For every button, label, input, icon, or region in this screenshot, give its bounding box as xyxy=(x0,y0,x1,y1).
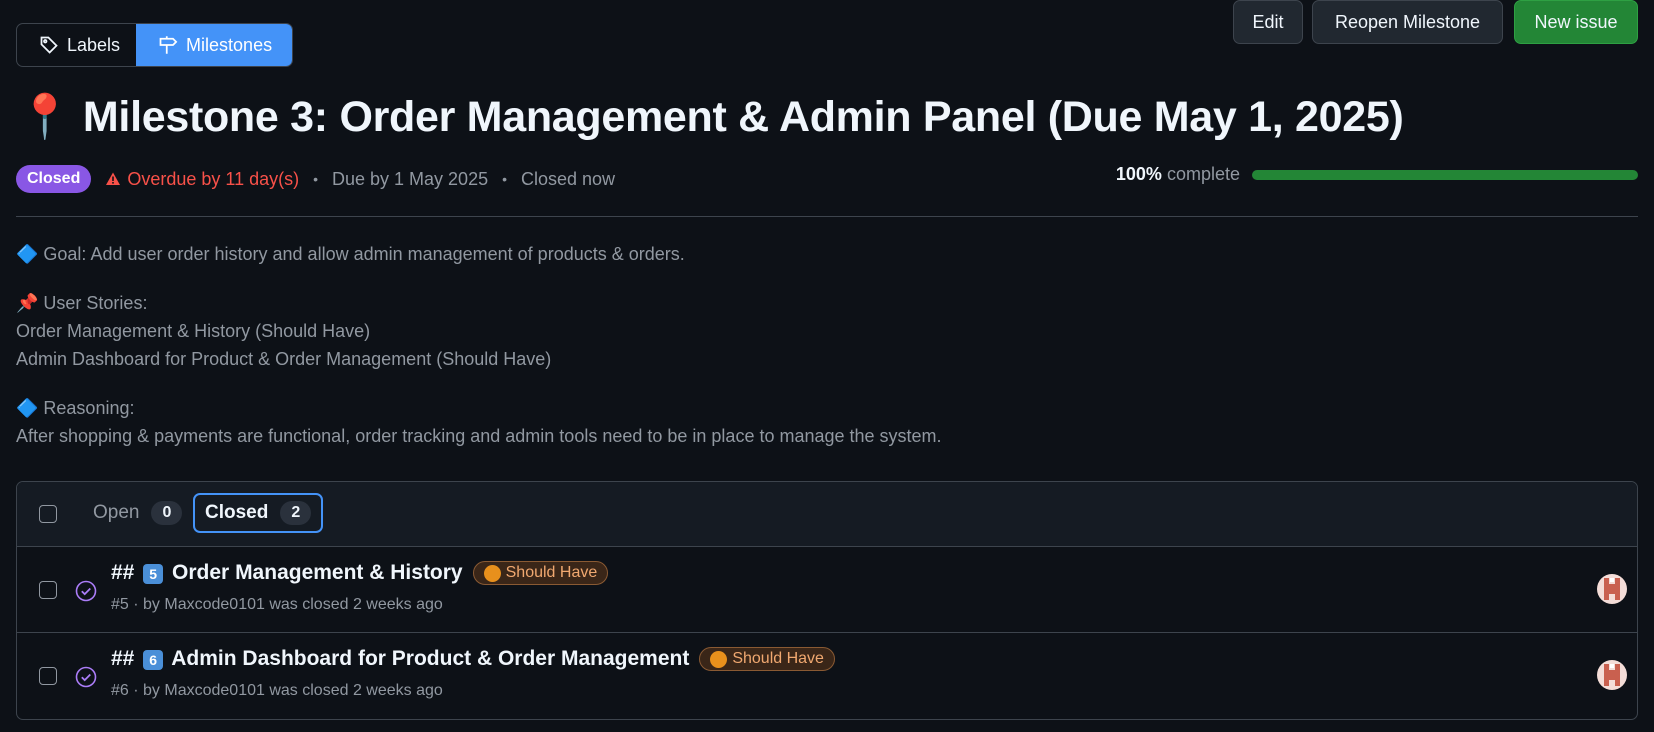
orange-circle-icon xyxy=(483,564,501,582)
issue-checkbox[interactable] xyxy=(39,667,57,685)
page-title: 📍 Milestone 3: Order Management & Admin … xyxy=(18,92,1404,142)
tag-icon xyxy=(40,36,58,54)
issue-title: Admin Dashboard for Product & Order Mana… xyxy=(171,647,690,670)
alert-icon xyxy=(106,172,121,185)
avatar-identicon xyxy=(1604,578,1620,600)
closed-tab[interactable]: Closed 2 xyxy=(193,493,324,533)
closed-issue-icon xyxy=(75,666,97,688)
issue-checkbox[interactable] xyxy=(39,581,57,599)
issue-author-link[interactable]: Maxcode0101 xyxy=(164,596,265,613)
issue-meta: #6 · by Maxcode0101 was closed 2 weeks a… xyxy=(111,682,443,700)
issue-title-link[interactable]: ## 6 Admin Dashboard for Product & Order… xyxy=(111,647,689,671)
keycap-number: 6 xyxy=(143,650,164,670)
issue-author-link[interactable]: Maxcode0101 xyxy=(164,682,265,699)
reopen-milestone-button[interactable]: Reopen Milestone xyxy=(1312,0,1503,44)
list-item: ## 6 Admin Dashboard for Product & Order… xyxy=(17,633,1637,719)
issue-label-text: Should Have xyxy=(732,650,824,667)
issue-meta: #5 · by Maxcode0101 was closed 2 weeks a… xyxy=(111,596,443,614)
open-count: 0 xyxy=(151,501,183,525)
issue-number: #6 xyxy=(111,682,129,699)
open-tab-label: Open xyxy=(93,502,140,523)
overdue-text: Overdue by 11 day(s) xyxy=(127,168,300,189)
avatar-identicon xyxy=(1604,664,1620,686)
issue-label[interactable]: Should Have xyxy=(699,647,835,671)
separator-dot: • xyxy=(502,171,507,187)
milestone-description: 🔷 Goal: Add user order history and allow… xyxy=(16,240,942,471)
goal-text: 🔷 Goal: Add user order history and allow… xyxy=(16,244,685,264)
overdue-notice: Overdue by 11 day(s) xyxy=(105,169,299,190)
milestone-meta: Closed Overdue by 11 day(s) • Due by 1 M… xyxy=(16,163,615,195)
issue-list: Open 0 Closed 2 ## 5 Order Management & … xyxy=(16,481,1638,720)
issue-closed-time: was closed 2 weeks ago xyxy=(269,596,443,613)
keycap-number: 5 xyxy=(143,564,164,584)
open-tab[interactable]: Open 0 xyxy=(83,493,192,533)
milestone-title: Milestone 3: Order Management & Admin Pa… xyxy=(82,93,1404,141)
avatar[interactable] xyxy=(1597,574,1627,604)
closed-count: 2 xyxy=(280,501,312,525)
milestones-tab-label: Milestones xyxy=(186,34,273,55)
issue-label-text: Should Have xyxy=(505,564,598,581)
issue-by: · by xyxy=(133,596,160,613)
issue-label[interactable]: Should Have xyxy=(472,561,609,585)
issue-list-header: Open 0 Closed 2 xyxy=(17,482,1637,547)
progress-bar xyxy=(1252,169,1638,180)
stories-heading: 📌 User Stories: xyxy=(16,293,148,313)
list-item: ## 5 Order Management & History Should H… xyxy=(17,547,1637,633)
issue-title-link[interactable]: ## 5 Order Management & History xyxy=(111,561,463,585)
divider xyxy=(16,216,1638,217)
milestones-tab[interactable]: Milestones xyxy=(136,24,293,66)
closed-tab-label: Closed xyxy=(205,502,269,523)
select-all-checkbox[interactable] xyxy=(39,505,57,523)
labels-milestones-switch: Labels Milestones xyxy=(16,23,294,67)
avatar[interactable] xyxy=(1597,660,1627,690)
issue-number: #5 xyxy=(111,596,129,613)
issue-title: Order Management & History xyxy=(172,561,463,584)
closed-text: Closed now xyxy=(521,168,616,189)
new-issue-button[interactable]: New issue xyxy=(1514,0,1638,44)
issue-title-line: ## 5 Order Management & History Should H… xyxy=(111,561,609,585)
pin-icon: 📍 xyxy=(18,93,72,141)
issue-by: · by xyxy=(133,682,160,699)
reasoning-heading: 🔷 Reasoning: xyxy=(16,398,135,418)
labels-tab[interactable]: Labels xyxy=(17,24,136,66)
progress-suffix: complete xyxy=(1166,164,1240,184)
status-badge: Closed xyxy=(16,165,92,193)
issue-closed-time: was closed 2 weeks ago xyxy=(269,682,443,699)
closed-issue-icon xyxy=(75,580,97,602)
issue-title-line: ## 6 Admin Dashboard for Product & Order… xyxy=(111,647,835,671)
story-2: Admin Dashboard for Product & Order Mana… xyxy=(16,349,552,369)
orange-circle-icon xyxy=(710,650,728,668)
separator-dot: • xyxy=(313,171,318,187)
labels-tab-label: Labels xyxy=(67,34,121,55)
progress-percent: 100% xyxy=(1115,164,1162,184)
progress: 100% complete xyxy=(1116,164,1638,185)
edit-button[interactable]: Edit xyxy=(1233,0,1303,44)
reasoning-text: After shopping & payments are functional… xyxy=(16,426,942,446)
due-date: Due by 1 May 2025 xyxy=(332,168,489,189)
milestone-icon xyxy=(159,36,178,54)
issue-heading-prefix: ## xyxy=(111,561,135,584)
story-1: Order Management & History (Should Have) xyxy=(16,321,371,341)
progress-bar-fill xyxy=(1252,169,1638,180)
issue-heading-prefix: ## xyxy=(111,647,135,670)
